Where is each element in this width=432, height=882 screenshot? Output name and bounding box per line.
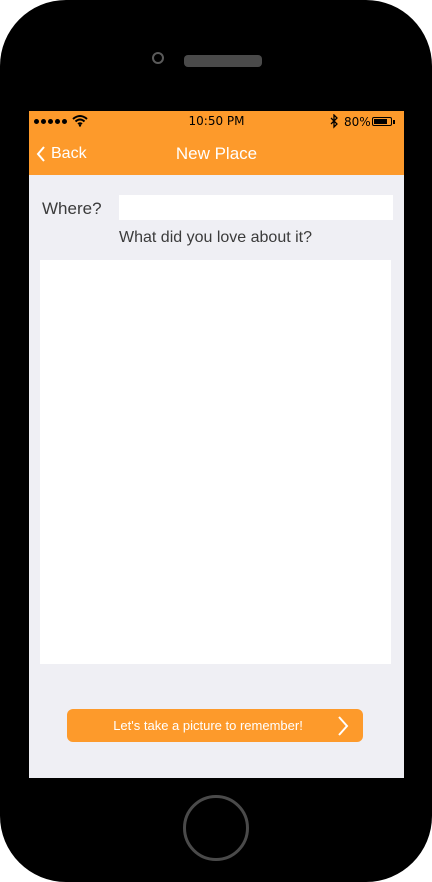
chevron-right-icon (338, 716, 349, 736)
take-picture-button[interactable]: Let's take a picture to remember! (67, 709, 363, 742)
phone-frame: 10:50 PM 80% Back New Place Where? What … (0, 0, 432, 882)
front-camera (152, 52, 164, 64)
battery-icon (372, 117, 392, 126)
love-label: What did you love about it? (119, 229, 313, 246)
battery-percent: 80% (344, 115, 371, 129)
battery-tip (393, 120, 395, 124)
where-input[interactable] (119, 195, 393, 220)
home-button[interactable] (183, 795, 249, 861)
earpiece-speaker (184, 55, 262, 67)
page-title: New Place (175, 144, 258, 163)
status-bar: 10:50 PM 80% (29, 111, 404, 133)
navigation-bar: Back New Place (29, 133, 404, 175)
bluetooth-icon (330, 114, 338, 129)
where-label: Where? (42, 199, 102, 218)
take-picture-label: Let's take a picture to remember! (113, 718, 303, 733)
screen: 10:50 PM 80% Back New Place Where? What … (29, 111, 404, 778)
love-textarea[interactable] (40, 260, 391, 664)
